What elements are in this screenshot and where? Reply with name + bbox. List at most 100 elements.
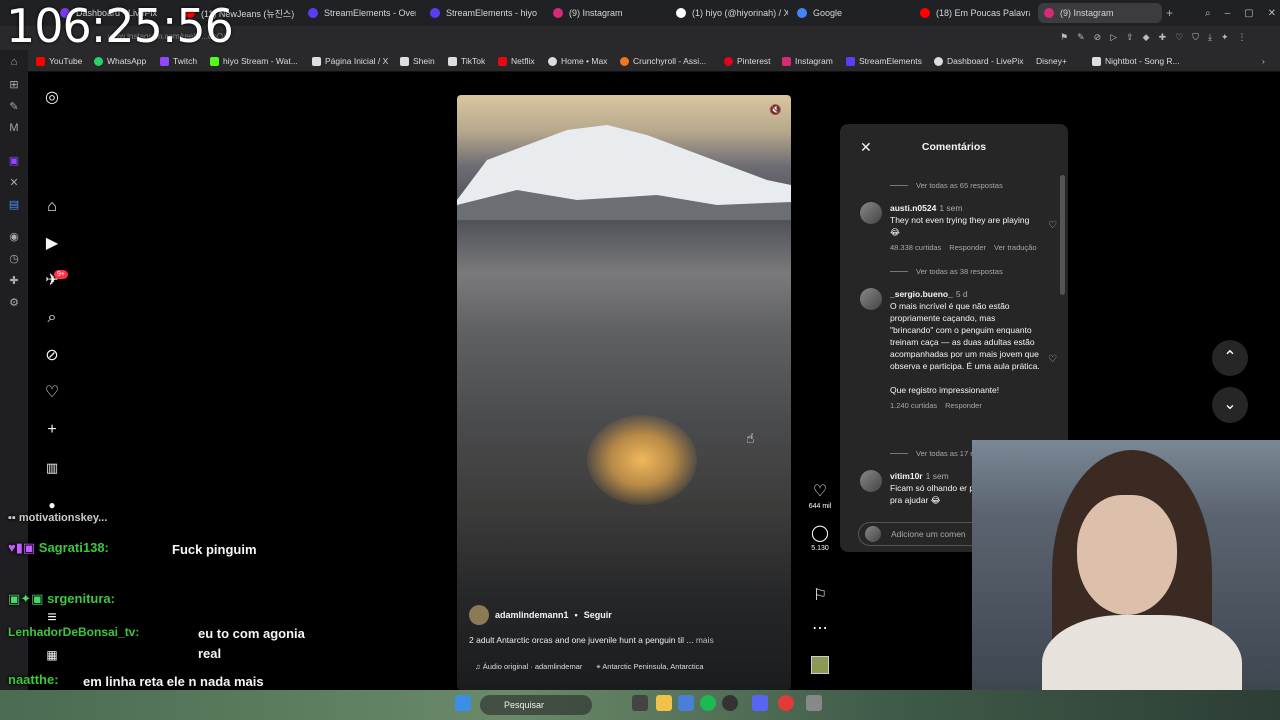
reply-button[interactable]: Responder [949, 242, 986, 254]
comments-scrollbar[interactable] [1060, 175, 1065, 295]
author-name[interactable]: adamlindemann1 [495, 610, 569, 620]
previous-reel-button[interactable]: ⌃ [1212, 340, 1248, 376]
translate-icon[interactable]: ▤ [7, 198, 21, 212]
threads-icon[interactable]: ▦ [42, 645, 62, 665]
save-action[interactable]: ⚐ [808, 587, 832, 605]
home-icon[interactable]: ⌂ [7, 56, 21, 70]
download-icon[interactable]: ⤓ [1208, 32, 1212, 43]
bookmark-livepix[interactable]: Dashboard - LivePix [934, 56, 1024, 66]
ai-icon[interactable]: ✦ [1221, 32, 1229, 43]
comment-likes[interactable]: 1.240 curtidas [890, 400, 937, 412]
bookmark-max[interactable]: Home • Max [548, 56, 607, 66]
tab-em-poucas-palavras[interactable]: (18) Em Poucas Palavras [920, 3, 1030, 23]
tab-streamelements-hiyo[interactable]: StreamElements - hiyo [430, 3, 540, 23]
clock-icon[interactable]: ◷ [7, 252, 21, 266]
file-explorer-icon[interactable] [656, 695, 672, 711]
avatar[interactable] [860, 288, 882, 310]
notifications-heart-icon[interactable]: ♡ [42, 383, 62, 403]
comment-username[interactable]: austi.n0524 [890, 203, 936, 213]
tab-instagram[interactable]: (9) Instagram [553, 3, 663, 23]
view-replies-button[interactable]: Ver todas as 65 respostas [890, 181, 1003, 190]
bookmark-netflix[interactable]: Netflix [498, 56, 535, 66]
search-tabs-icon[interactable]: ⌕ [1205, 8, 1211, 19]
opera-icon[interactable] [778, 695, 794, 711]
audio-thumbnail[interactable] [808, 656, 832, 674]
comment-action[interactable]: ◯ 5.130 [808, 525, 832, 552]
reply-button[interactable]: Responder [945, 400, 982, 412]
comment-likes[interactable]: 48.338 curtidas [890, 242, 941, 254]
location-link[interactable]: ⌖ Antarctic Peninsula, Antarctica [596, 662, 703, 672]
heart-icon[interactable]: ♡ [1175, 32, 1183, 43]
bookmark-twitch[interactable]: Twitch [160, 56, 197, 66]
close-window-icon[interactable]: ✕ [1268, 8, 1275, 19]
audio-link[interactable]: ♫ Áudio original · adamlindemar [475, 662, 582, 672]
comment-username[interactable]: _sergio.bueno_ [890, 289, 953, 299]
tab-google[interactable]: Google [797, 3, 907, 23]
settings-icon[interactable]: ⚙ [7, 296, 21, 310]
block-icon[interactable]: ⊘ [1094, 32, 1102, 43]
follow-button[interactable]: Seguir [584, 610, 612, 620]
history-icon[interactable]: ⊞ [7, 78, 21, 92]
author-avatar[interactable] [469, 605, 489, 625]
maximize-icon[interactable]: ▢ [1244, 8, 1253, 19]
tab-streamelements-overlay[interactable]: StreamElements - Overlay [308, 3, 416, 23]
bookmark-youtube[interactable]: YouTube [36, 56, 82, 66]
reels-icon[interactable]: ▶ [42, 234, 62, 254]
spotify-icon[interactable] [700, 695, 716, 711]
avatar[interactable] [860, 202, 882, 224]
bookmark-streamelements[interactable]: StreamElements [846, 56, 922, 66]
play-icon[interactable]: ▷ [1110, 32, 1117, 43]
explore-icon[interactable]: ⊘ [42, 346, 62, 366]
discord-icon[interactable] [752, 695, 768, 711]
menu-icon[interactable]: ⋮ [1237, 32, 1246, 43]
chevron-right-icon[interactable]: › [1262, 56, 1265, 66]
view-replies-button[interactable]: Ver todas as 17 r [890, 449, 973, 458]
instagram-logo-icon[interactable]: ◎ [42, 88, 62, 108]
ext-icon[interactable]: ◆ [1143, 32, 1150, 43]
create-icon[interactable]: + [42, 420, 62, 440]
puzzle-icon[interactable]: ✚ [1159, 32, 1167, 43]
next-reel-button[interactable]: ⌄ [1212, 387, 1248, 423]
bookmark-shein[interactable]: Shein [400, 56, 435, 66]
x-icon[interactable]: ✕ [7, 176, 21, 190]
share-icon[interactable]: ⇪ [1126, 32, 1134, 43]
comment-heart-icon[interactable]: ♡ [1048, 220, 1057, 231]
taskbar-search[interactable]: Pesquisar [480, 695, 592, 715]
comment-heart-icon[interactable]: ♡ [1048, 354, 1057, 365]
avatar[interactable] [860, 470, 882, 492]
bookmark-tiktok[interactable]: TikTok [448, 56, 485, 66]
bookmark-whatsapp[interactable]: WhatsApp [94, 56, 146, 66]
view-replies-button[interactable]: Ver todas as 38 respostas [890, 267, 1003, 276]
bookmark-kick[interactable]: hiyo Stream - Wat... [210, 56, 298, 66]
bookmark-disney[interactable]: Disney+ [1036, 56, 1067, 66]
bookmark-crunchyroll[interactable]: Crunchyroll - Assi... [620, 56, 706, 66]
app-icon[interactable] [806, 695, 822, 711]
new-tab-icon[interactable]: + [1166, 3, 1178, 23]
tab-instagram-active[interactable]: (9) Instagram [1038, 3, 1162, 23]
task-view-icon[interactable] [632, 695, 648, 711]
mail-icon[interactable]: M [7, 122, 21, 136]
more-options[interactable]: ⋯ [808, 620, 832, 638]
app-icon[interactable] [678, 695, 694, 711]
player-icon[interactable]: ◉ [7, 230, 21, 244]
shield-icon[interactable]: ⛉ [1192, 32, 1199, 43]
notes-icon[interactable]: ✎ [7, 100, 21, 114]
translate-button[interactable]: Ver tradução [994, 242, 1037, 254]
bookmark-pinterest[interactable]: Pinterest [724, 56, 771, 66]
bookmark-x[interactable]: Página Inicial / X [312, 56, 388, 66]
home-icon[interactable]: ⌂ [42, 197, 62, 217]
extension-icon[interactable]: ✎ [1077, 32, 1085, 43]
dashboard-icon[interactable]: ▥ [42, 458, 62, 478]
mute-icon[interactable]: 🔇 [769, 105, 781, 116]
like-action[interactable]: ♡ 644 mil [808, 483, 832, 510]
twitch-icon[interactable]: ▣ [7, 154, 21, 168]
obs-icon[interactable] [722, 695, 738, 711]
windows-start-icon[interactable] [455, 695, 471, 711]
bookmark-icon[interactable]: ⚑ [1060, 32, 1068, 43]
bookmark-nightbot[interactable]: Nightbot - Song R... [1092, 56, 1180, 66]
minimize-icon[interactable]: – [1225, 8, 1231, 19]
search-icon[interactable]: ⌕ [42, 308, 62, 328]
bookmark-instagram[interactable]: Instagram [782, 56, 833, 66]
reel-video[interactable]: 🔇 adamlindemann1 • Seguir 2 adult Antarc… [457, 95, 791, 690]
caption-more-link[interactable]: mais [696, 635, 714, 645]
